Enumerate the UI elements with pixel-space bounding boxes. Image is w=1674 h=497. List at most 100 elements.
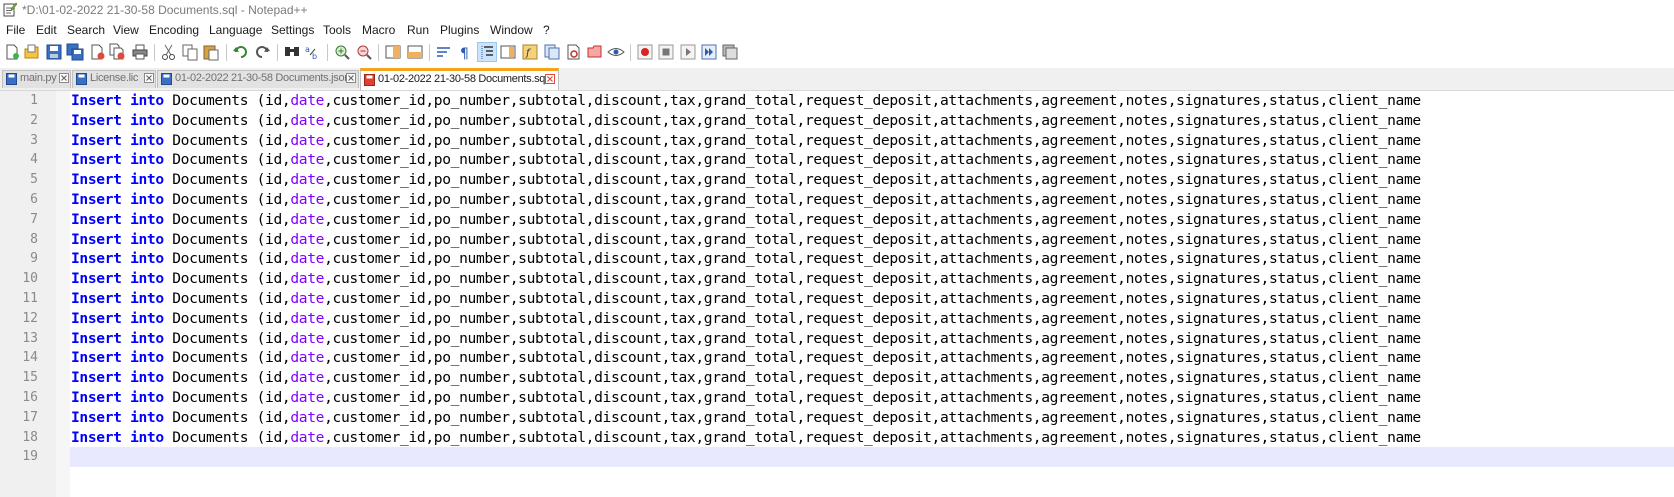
- close-icon[interactable]: [144, 73, 154, 83]
- column-list: ,customer_id,po_number,subtotal,discount…: [324, 270, 1421, 288]
- open-file-icon[interactable]: [23, 43, 41, 61]
- keyword-into: into: [130, 290, 164, 307]
- monitoring-icon[interactable]: [565, 43, 583, 61]
- title-bar: *D:\01-02-2022 21-30-58 Documents.sql - …: [0, 0, 1674, 20]
- close-icon[interactable]: [346, 73, 356, 83]
- code-line[interactable]: Insert into Documents (id,date,customer_…: [71, 428, 1421, 448]
- menu-view[interactable]: View: [113, 23, 139, 37]
- keyword-into: into: [130, 389, 164, 406]
- tab-main-py[interactable]: main.py: [2, 70, 71, 88]
- function-date: date: [290, 270, 325, 288]
- menu-tools[interactable]: Tools: [323, 23, 351, 37]
- code-line[interactable]: Insert into Documents (id,date,customer_…: [71, 190, 1421, 210]
- column-list-open: (id,: [256, 349, 291, 367]
- cut-icon[interactable]: [160, 43, 178, 61]
- find-icon[interactable]: [283, 43, 301, 61]
- show-all-characters-icon[interactable]: ¶: [456, 43, 474, 61]
- line-number: 13: [22, 330, 38, 346]
- new-file-icon[interactable]: [3, 43, 21, 61]
- save-icon[interactable]: [45, 43, 63, 61]
- column-list-open: (id,: [256, 210, 291, 228]
- table-name: Documents: [172, 250, 249, 268]
- code-line[interactable]: Insert into Documents (id,date,customer_…: [71, 368, 1421, 388]
- stop-recording-icon[interactable]: [657, 43, 675, 61]
- toolbar-separator: [327, 44, 328, 61]
- code-line[interactable]: Insert into Documents (id,date,customer_…: [71, 249, 1421, 269]
- keyword-into: into: [130, 309, 164, 327]
- save-macro-icon[interactable]: [721, 43, 739, 61]
- save-all-icon[interactable]: [66, 43, 84, 61]
- menu-file[interactable]: File: [6, 23, 25, 37]
- word-wrap-icon[interactable]: [435, 43, 453, 61]
- menu-edit[interactable]: Edit: [36, 23, 57, 37]
- keyword-into: into: [130, 329, 164, 347]
- code-line[interactable]: Insert into Documents (id,date,customer_…: [71, 131, 1421, 151]
- folder-as-workspace-icon[interactable]: [543, 43, 561, 61]
- line-number: 8: [30, 231, 38, 247]
- close-icon[interactable]: [545, 74, 555, 84]
- close-file-icon[interactable]: [88, 43, 106, 61]
- indent-guide-icon[interactable]: [477, 42, 497, 62]
- close-icon[interactable]: [59, 73, 69, 83]
- copy-icon[interactable]: [181, 43, 199, 61]
- replace-icon[interactable]: ab: [304, 43, 322, 61]
- function-date: date: [290, 191, 325, 208]
- code-line[interactable]: Insert into Documents (id,date,customer_…: [71, 111, 1421, 131]
- redo-icon[interactable]: [253, 43, 271, 61]
- code-line[interactable]: Insert into Documents (id,date,customer_…: [71, 348, 1421, 368]
- run-macro-multiple-icon[interactable]: [700, 43, 718, 61]
- column-list: ,customer_id,po_number,subtotal,discount…: [324, 329, 1421, 347]
- sync-horizontal-scroll-icon[interactable]: [406, 43, 424, 61]
- menu-run[interactable]: Run: [407, 23, 429, 37]
- print-icon[interactable]: [131, 43, 149, 61]
- folder-icon[interactable]: [586, 43, 604, 61]
- code-line[interactable]: Insert into Documents (id,date,customer_…: [71, 329, 1421, 349]
- menu-help[interactable]: ?: [543, 23, 550, 37]
- close-all-icon[interactable]: [108, 43, 126, 61]
- code-line[interactable]: Insert into Documents (id,date,customer_…: [71, 269, 1421, 289]
- code-line[interactable]: Insert into Documents (id,date,customer_…: [71, 309, 1421, 329]
- sync-vertical-scroll-icon[interactable]: [384, 43, 402, 61]
- eye-icon[interactable]: [607, 43, 625, 61]
- code-line[interactable]: Insert into Documents (id,date,customer_…: [71, 388, 1421, 408]
- zoom-in-icon[interactable]: [333, 43, 351, 61]
- code-line[interactable]: Insert into Documents (id,date,customer_…: [71, 210, 1421, 230]
- code-line[interactable]: Insert into Documents (id,date,customer_…: [71, 289, 1421, 309]
- column-list: ,customer_id,po_number,subtotal,discount…: [324, 151, 1421, 169]
- toolbar-separator: [277, 44, 278, 61]
- column-list-open: (id,: [256, 428, 291, 446]
- keyword-into: into: [130, 92, 164, 109]
- column-list-open: (id,: [256, 171, 291, 189]
- tab-license-lic[interactable]: License.lic: [72, 70, 156, 88]
- zoom-out-icon[interactable]: [355, 43, 373, 61]
- code-line[interactable]: Insert into Documents (id,date,customer_…: [71, 150, 1421, 170]
- record-macro-icon[interactable]: [636, 43, 654, 61]
- menu-macro[interactable]: Macro: [362, 23, 395, 37]
- document-map-icon[interactable]: [499, 43, 517, 61]
- line-number: 6: [30, 192, 38, 207]
- function-date: date: [290, 92, 325, 109]
- tab-documents-sql[interactable]: 01-02-2022 21-30-58 Documents.sql: [360, 68, 559, 90]
- code-line[interactable]: Insert into Documents (id,date,customer_…: [71, 170, 1421, 190]
- function-list-icon[interactable]: f: [521, 43, 539, 61]
- code-line[interactable]: Insert into Documents (id,date,customer_…: [71, 91, 1421, 111]
- menu-encoding[interactable]: Encoding: [149, 23, 199, 37]
- menu-settings[interactable]: Settings: [271, 23, 314, 37]
- code-line[interactable]: Insert into Documents (id,date,customer_…: [71, 230, 1421, 250]
- playback-macro-icon[interactable]: [679, 43, 697, 61]
- menu-window[interactable]: Window: [490, 23, 533, 37]
- column-list-open: (id,: [256, 111, 291, 129]
- code-line[interactable]: Insert into Documents (id,date,customer_…: [71, 408, 1421, 428]
- menu-plugins[interactable]: Plugins: [440, 23, 479, 37]
- menu-language[interactable]: Language: [209, 23, 262, 37]
- table-name: Documents: [172, 230, 249, 248]
- menu-search[interactable]: Search: [67, 23, 105, 37]
- column-list: ,customer_id,po_number,subtotal,discount…: [324, 428, 1421, 446]
- tab-label: License.lic: [90, 72, 139, 84]
- editor-pane[interactable]: 1 Insert into Documents (id,date,customer…: [0, 91, 1674, 497]
- tab-documents-json[interactable]: 01-02-2022 21-30-58 Documents.json: [157, 70, 359, 88]
- function-date: date: [290, 151, 325, 169]
- svg-text:b: b: [312, 52, 317, 61]
- undo-icon[interactable]: [232, 43, 250, 61]
- paste-icon[interactable]: [202, 43, 220, 61]
